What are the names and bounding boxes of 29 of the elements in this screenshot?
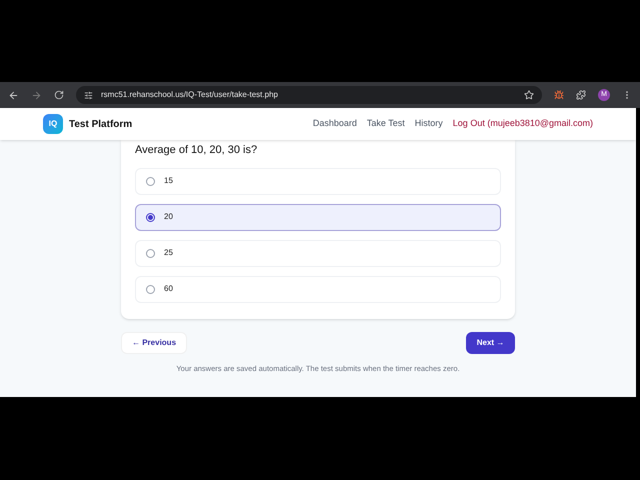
logout-link[interactable]: Log Out (mujeeb3810@gmail.com) (452, 117, 593, 131)
option-label: 20 (164, 211, 173, 223)
site-info-icon[interactable] (84, 90, 93, 100)
question-text: Average of 10, 20, 30 is? (135, 143, 258, 158)
next-button[interactable]: Next → (466, 332, 515, 354)
nav-link[interactable]: History (414, 117, 443, 131)
option-label: 60 (164, 283, 173, 295)
forward-icon[interactable] (31, 90, 42, 100)
brand-name[interactable]: Test Platform (69, 116, 132, 132)
radio-button[interactable] (146, 212, 155, 222)
nav-link[interactable]: Take Test (366, 117, 405, 131)
radio-button[interactable] (146, 248, 155, 258)
answer-option[interactable]: 25 (135, 240, 501, 266)
answer-option[interactable]: 60 (135, 276, 501, 302)
reload-icon[interactable] (54, 90, 64, 100)
previous-button[interactable]: ← Previous (121, 332, 188, 354)
answer-option[interactable]: 20 (135, 204, 501, 230)
url-text: rsmc51.rehanschool.us/IQ-Test/user/take-test.php (101, 89, 278, 101)
extension-icon[interactable] (554, 90, 564, 100)
back-icon[interactable] (8, 90, 19, 100)
answer-option[interactable]: 15 (135, 168, 501, 194)
radio-button[interactable] (146, 284, 155, 294)
extensions-icon[interactable] (576, 90, 586, 100)
option-label: 15 (164, 175, 173, 187)
nav-link[interactable]: Dashboard (312, 117, 357, 131)
bookmark-icon[interactable] (524, 90, 534, 100)
radio-button[interactable] (146, 176, 155, 186)
option-label: 25 (164, 247, 173, 259)
address-bar[interactable]: rsmc51.rehanschool.us/IQ-Test/user/take-test.php (76, 86, 542, 104)
